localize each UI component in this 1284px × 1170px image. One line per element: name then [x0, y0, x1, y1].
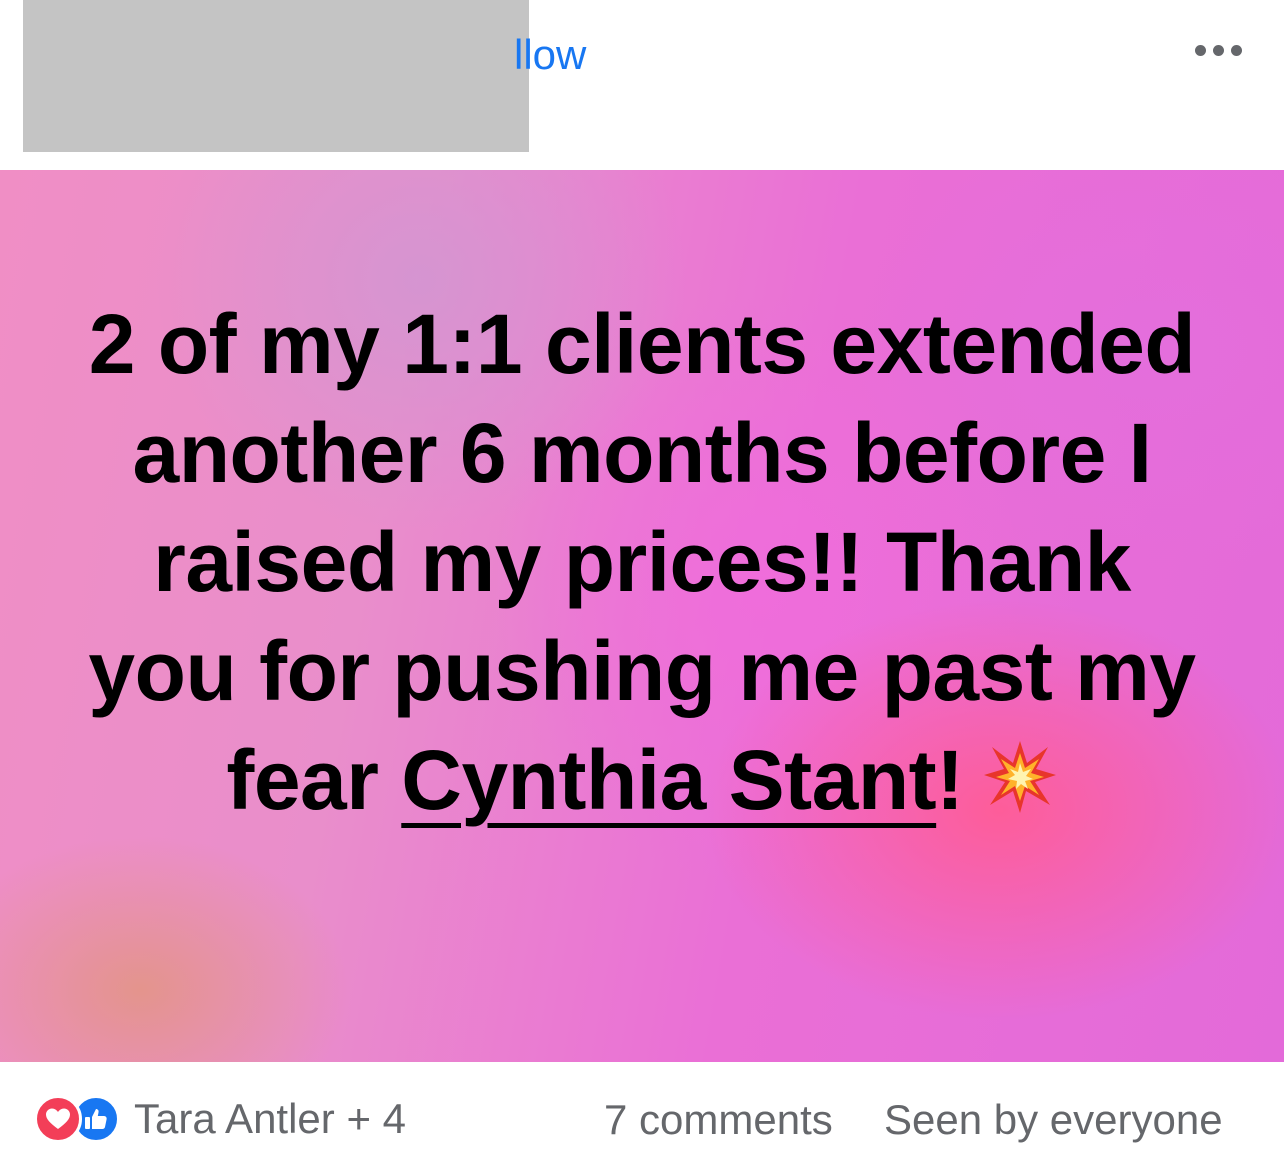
comments-count-link[interactable]: 7 comments	[604, 1096, 833, 1144]
more-horizontal-icon-dot	[1212, 44, 1224, 56]
redacted-author-block	[23, 0, 529, 152]
seen-by-status: Seen by everyone	[884, 1096, 1223, 1143]
post-header: llow	[0, 0, 1284, 170]
reactions-summary[interactable]: Tara Antler + 4	[34, 1095, 406, 1143]
post-footer: Tara Antler + 4 7 comments Seen by every…	[0, 1062, 1284, 1170]
more-options-button[interactable]	[1180, 28, 1256, 72]
post-background: 2 of my 1:1 clients extended another 6 m…	[0, 170, 1284, 1062]
post-text: 2 of my 1:1 clients extended another 6 m…	[80, 290, 1204, 835]
post-text-end: !	[936, 733, 964, 827]
follow-link[interactable]: llow	[514, 30, 586, 80]
mention-link[interactable]: Cynthia Stant	[401, 733, 936, 827]
more-horizontal-icon-dot	[1230, 44, 1242, 56]
post-card: llow 2 of my 1:1 clients extended anothe…	[0, 0, 1284, 1170]
more-horizontal-icon	[1194, 44, 1206, 56]
collision-emoji-icon	[982, 732, 1058, 813]
reaction-names: Tara Antler + 4	[134, 1095, 406, 1142]
love-reaction-icon	[34, 1095, 82, 1143]
